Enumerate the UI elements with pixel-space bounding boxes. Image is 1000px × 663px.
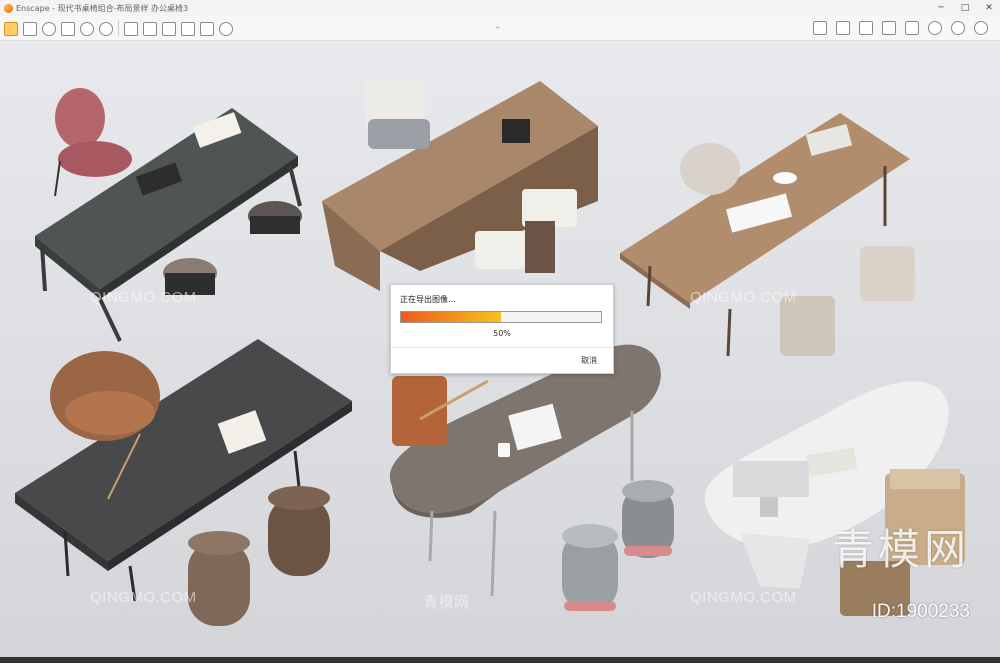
enscape-app-icon	[4, 3, 13, 13]
toolbar-left-group	[4, 18, 233, 36]
close-button[interactable]: ✕	[984, 3, 994, 13]
help-icon[interactable]	[974, 21, 988, 35]
enscape-logo-icon[interactable]	[4, 21, 18, 36]
video-icon[interactable]	[124, 21, 138, 36]
progress-percent: 50%	[493, 329, 511, 338]
watermark-text: QINGMO.COM	[90, 289, 197, 306]
monitor-icon[interactable]	[859, 21, 873, 35]
eye-icon[interactable]	[928, 21, 942, 35]
watermark-text: QINGMO.COM	[690, 289, 797, 306]
title-bar: Enscape - 现代书桌椅组合-布局景样 办公桌椅3 ─ □ ✕	[0, 0, 1000, 17]
cube-icon[interactable]	[882, 21, 896, 35]
window-controls: ─ □ ✕	[936, 0, 994, 16]
link-icon[interactable]	[42, 21, 56, 36]
tag-icon[interactable]	[905, 21, 919, 35]
dialog-divider	[391, 347, 613, 348]
binoculars-icon[interactable]	[61, 21, 75, 36]
export-progress-dialog: 正在导出图像… 50% 取消	[390, 284, 614, 374]
progress-bar-fill	[401, 312, 501, 322]
camera-icon[interactable]	[80, 21, 94, 36]
brand-watermark: 青模网	[831, 525, 970, 574]
export-icon[interactable]	[162, 21, 176, 36]
panorama-icon[interactable]	[143, 21, 157, 36]
user-icon[interactable]	[99, 21, 113, 36]
dialog-title: 正在导出图像…	[400, 295, 456, 304]
window-title: Enscape - 现代书桌椅组合-布局景样 办公桌椅3	[16, 3, 189, 13]
collapse-toolbar-icon[interactable]: ⌃	[494, 26, 502, 36]
minimize-button[interactable]: ─	[936, 3, 946, 13]
watermark-text: QINGMO.COM	[90, 589, 197, 606]
layers-icon[interactable]	[200, 21, 214, 36]
view-icon[interactable]	[836, 21, 850, 35]
brush-icon[interactable]	[181, 21, 195, 36]
watermark-cn-text: 青模网	[423, 594, 470, 611]
map-icon[interactable]	[813, 21, 827, 35]
watermark-text: QINGMO.COM	[690, 589, 797, 606]
toolbar: ⌃	[0, 16, 1000, 41]
settings-icon[interactable]	[219, 21, 233, 36]
toolbar-separator	[118, 20, 119, 36]
maximize-button[interactable]: □	[960, 3, 970, 13]
gear-icon[interactable]	[951, 21, 965, 35]
toolbar-right-group	[813, 18, 988, 35]
cancel-button[interactable]: 取消	[581, 355, 597, 366]
pencil-icon[interactable]	[23, 21, 37, 36]
id-watermark: ID:1900233	[871, 601, 970, 622]
progress-bar	[400, 311, 602, 323]
viewport-bottom-edge	[0, 657, 1000, 663]
